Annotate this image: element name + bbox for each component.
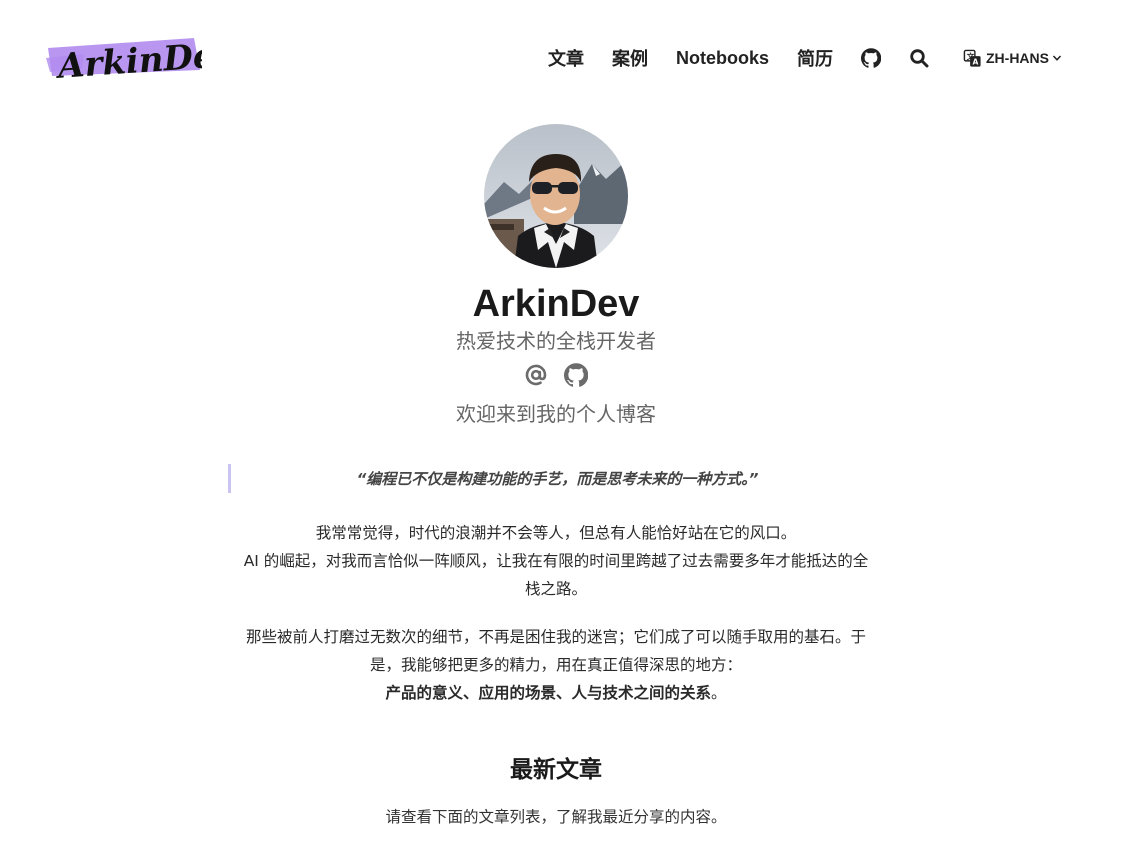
site-logo[interactable]: ArkinDev: [44, 28, 237, 88]
intro-paragraph-2: 那些被前人打磨过无数次的细节，不再是困住我的迷宫；它们成了可以随手取用的基石。于…: [228, 623, 884, 707]
latest-articles-title: 最新文章: [510, 757, 602, 783]
nav-cases[interactable]: 案例: [612, 45, 648, 71]
profile-role: 热爱技术的全栈开发者: [456, 329, 656, 353]
intro-paragraph-2-tail: 。: [711, 684, 727, 702]
svg-text:A: A: [973, 57, 979, 66]
search-button[interactable]: [909, 48, 929, 68]
nav-articles[interactable]: 文章: [548, 45, 584, 71]
nav-notebooks[interactable]: Notebooks: [676, 48, 769, 69]
search-icon: [909, 48, 929, 68]
main-nav: 文章 案例 Notebooks 简历 文 A ZH-HANS: [548, 40, 1062, 76]
avatar: [484, 124, 628, 268]
at-icon[interactable]: [524, 363, 548, 387]
welcome-text: 欢迎来到我的个人博客: [456, 402, 656, 426]
language-label: ZH-HANS: [986, 50, 1049, 66]
intro-paragraph-1: 我常常觉得，时代的浪潮并不会等人，但总有人能恰好站在它的风口。 AI 的崛起，对…: [228, 519, 884, 603]
intro-paragraph-2-line-1: 那些被前人打磨过无数次的细节，不再是困住我的迷宫；它们成了可以随手取用的基石。于: [245, 628, 866, 646]
intro-paragraph-1-line-1: 我常常觉得，时代的浪潮并不会等人，但总有人能恰好站在它的风口。: [315, 524, 797, 542]
intro-paragraph-2-line-2: 是，我能够把更多的精力，用在真正值得深思的地方：: [369, 656, 742, 674]
social-links: [0, 362, 1112, 388]
profile-name: ArkinDev: [472, 283, 640, 325]
svg-text:ArkinDev: ArkinDev: [54, 35, 202, 88]
nav-resume[interactable]: 简历: [797, 45, 833, 71]
intro-content: “编程已不仅是构建功能的手艺，而是思考未来的一种方式。” 我常常觉得，时代的浪潮…: [228, 464, 884, 827]
intro-paragraph-2-emphasis: 产品的意义、应用的场景、人与技术之间的关系: [385, 684, 711, 702]
language-selector[interactable]: 文 A ZH-HANS: [963, 49, 1062, 68]
profile-section: ArkinDev 热爱技术的全栈开发者 欢迎来到我的个人博客: [0, 124, 1112, 428]
latest-articles-description: 请查看下面的文章列表，了解我最近分享的内容。: [385, 808, 727, 826]
nav-github-link[interactable]: [861, 48, 881, 68]
github-icon: [861, 48, 881, 68]
intro-quote: “编程已不仅是构建功能的手艺，而是思考未来的一种方式。”: [228, 464, 884, 493]
chevron-down-icon: [1052, 53, 1062, 63]
translate-icon: 文 A: [963, 49, 982, 68]
site-header: ArkinDev 文章 案例 Notebooks 简历 文 A ZH-HANS: [0, 0, 1132, 116]
intro-paragraph-1-line-3: 栈之路。: [524, 580, 587, 598]
github-icon[interactable]: [563, 363, 589, 387]
intro-paragraph-1-line-2: AI 的崛起，对我而言恰似一阵顺风，让我在有限的时间里跨越了过去需要多年才能抵达…: [243, 552, 869, 570]
